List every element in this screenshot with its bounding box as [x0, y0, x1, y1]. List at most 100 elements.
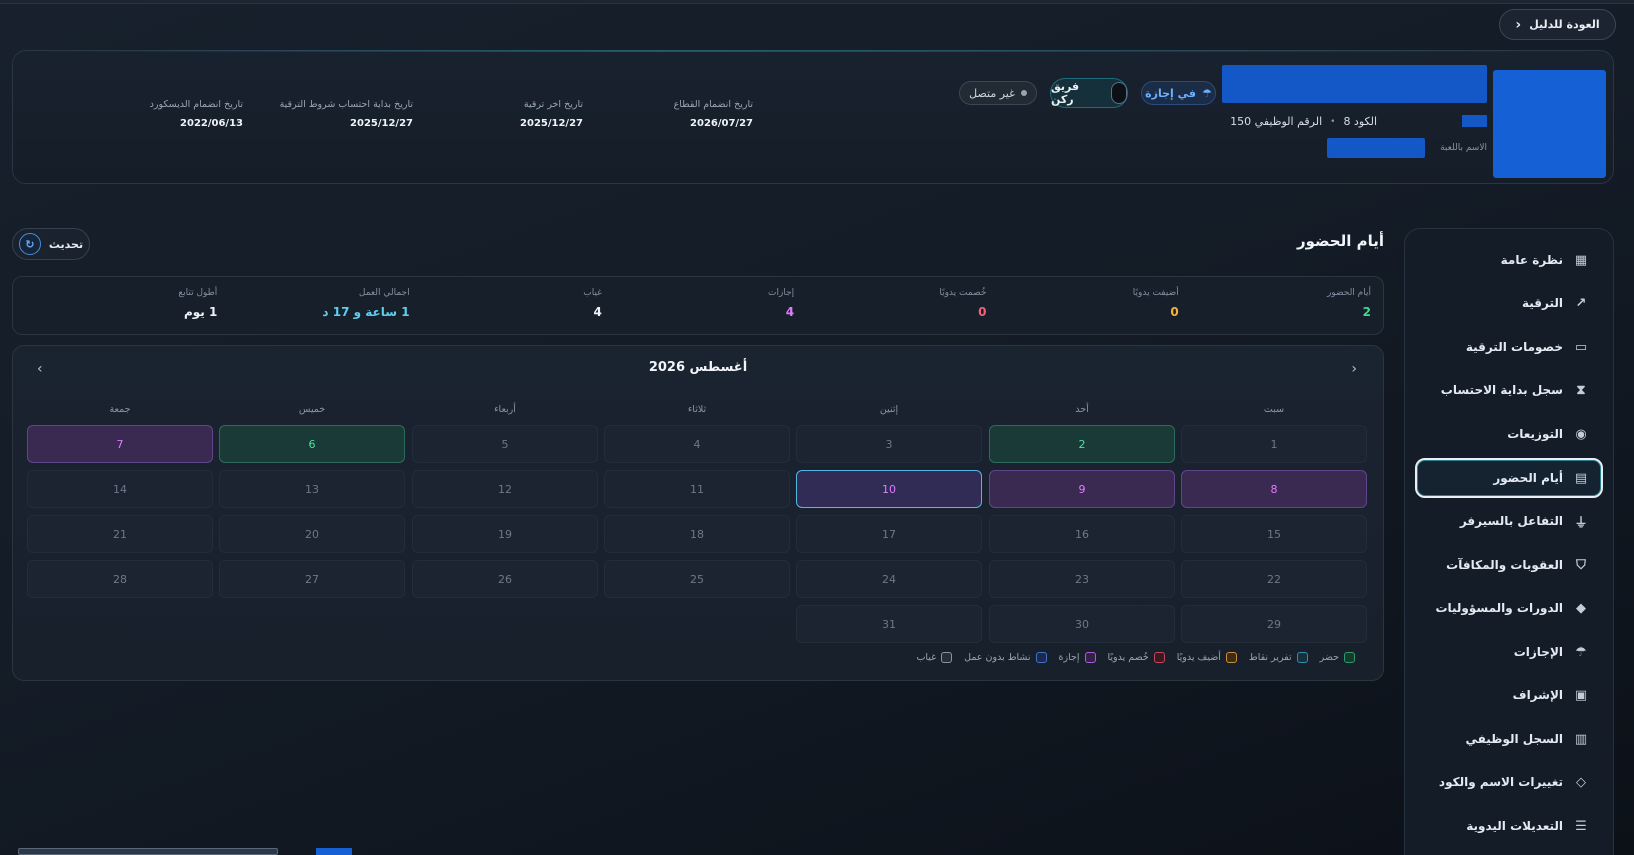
chevron-left-icon[interactable]: ‹	[37, 361, 43, 377]
calendar-day[interactable]: 27	[219, 560, 405, 598]
avatar	[1493, 70, 1606, 178]
calendar-day[interactable]: 19	[412, 515, 598, 553]
weekday-fri: جمعة	[109, 404, 131, 415]
status-dot-icon	[1020, 90, 1027, 96]
calendar-day[interactable]: 16	[989, 515, 1175, 553]
sidebar: ▦ نظرة عامة ↗ الترقية ▭ خصومات الترقية ⧗ سجل…	[1404, 228, 1614, 855]
stat-deducted-manually: خُصمت يدويًا 0	[939, 288, 987, 319]
sidebar-item-promotion[interactable]: ↗ الترقية	[1417, 285, 1601, 321]
profile-name-redacted	[1222, 65, 1487, 103]
calendar-day[interactable]: 8	[1181, 470, 1367, 508]
chevron-right-icon[interactable]: ›	[1351, 361, 1357, 377]
ticket-icon: ▭	[1574, 339, 1588, 355]
sidebar-item-attendance[interactable]: ▤ أيام الحضور	[1415, 458, 1603, 498]
calendar-day-today[interactable]: 10	[796, 470, 982, 508]
umbrella-icon: ☂	[1201, 86, 1212, 100]
date-promotion-start: تاريخ بداية احتساب شروط الترقية 2025/12/…	[279, 99, 413, 129]
grid-icon: ▦	[1574, 252, 1588, 268]
calendar-day[interactable]: 2	[989, 425, 1175, 463]
umbrella-icon: ☂	[1575, 644, 1587, 660]
stat-leaves: إجازات 4	[768, 288, 795, 319]
sidebar-item-name-code-changes[interactable]: ◇ تغييرات الاسم والكود	[1417, 764, 1601, 800]
calendar-day[interactable]: 22	[1181, 560, 1367, 598]
nick-redacted	[1327, 138, 1425, 158]
badge-status-text: غير متصل	[969, 86, 1015, 100]
profile-card: الكود 8 • الرقم الوظيفي 150 الاسم باللعب…	[12, 50, 1614, 184]
stat-present-days: أيام الحضور 2	[1326, 288, 1371, 319]
horizontal-scrollbar[interactable]	[18, 848, 278, 855]
stat-total-work: اجمالي العمل 1 ساعة و 17 د	[322, 288, 410, 319]
calendar-day[interactable]: 14	[27, 470, 213, 508]
taskbar-indicator	[316, 848, 352, 855]
calendar-day[interactable]: 12	[412, 470, 598, 508]
profile-dates: تاريخ انضمام القطاع 2026/07/27 تاريخ اخر…	[73, 99, 753, 129]
code-label: الكود 8	[1343, 115, 1377, 128]
badge-leave-text: في إجازة	[1145, 86, 1196, 100]
calendar-day[interactable]: 21	[27, 515, 213, 553]
status-badge: غير متصل	[959, 81, 1037, 105]
attendance-stats: أيام الحضور 2 أضيفت يدويًا 0 خُصمت يدويًا 0…	[12, 276, 1384, 335]
hourglass-icon: ⧗	[1576, 382, 1586, 398]
sidebar-item-counting-start-log[interactable]: ⧗ سجل بداية الاحتساب	[1417, 372, 1601, 408]
calendar-month-title: أغسطس 2026	[648, 360, 748, 375]
sidebar-item-distributions[interactable]: ◉ التوزيعات	[1417, 416, 1601, 452]
calendar-day[interactable]: 29	[1181, 605, 1367, 643]
nick-label: الاسم باللعبة	[1440, 143, 1487, 153]
sidebar-item-job-record[interactable]: ▥ السجل الوظيفي	[1417, 721, 1601, 757]
date-sector-join: تاريخ انضمام القطاع 2026/07/27	[673, 99, 753, 129]
calendar-day[interactable]: 3	[796, 425, 982, 463]
legend-deducted-manually: خُصم يدويًا	[1108, 652, 1165, 663]
refresh-button[interactable]: تحديث ↻	[12, 228, 90, 260]
calendar-day[interactable]: 13	[219, 470, 405, 508]
map-pin-icon: ◉	[1575, 426, 1587, 442]
stat-longest-streak: أطول تتابع 1 يوم	[178, 288, 218, 319]
team-logo-icon	[1111, 82, 1127, 104]
calendar-day[interactable]: 17	[796, 515, 982, 553]
separator-dot: •	[1330, 116, 1336, 127]
calendar-day[interactable]: 31	[796, 605, 982, 643]
legend-present: حضر	[1320, 652, 1355, 663]
calendar-day[interactable]: 9	[989, 470, 1175, 508]
sidebar-item-promotion-deductions[interactable]: ▭ خصومات الترقية	[1417, 329, 1601, 365]
on-leave-badge: في إجازة ☂	[1141, 81, 1216, 105]
sidebar-item-manual-edits[interactable]: ☰ التعديلات اليدوية	[1417, 808, 1601, 844]
legend-points-report: تفرير نقاط	[1249, 652, 1308, 663]
date-discord-join: تاريخ انضمام الديسكورد 2022/06/13	[149, 99, 243, 129]
tag-icon: ◇	[1576, 774, 1586, 790]
sidebar-item-courses[interactable]: ◆ الدورات والمسؤوليات	[1417, 590, 1601, 626]
calendar-day[interactable]: 7	[27, 425, 213, 463]
clipboard-check-icon: ▣	[1574, 687, 1588, 703]
weekday-thu: خميس	[298, 404, 326, 415]
team-badge: فريق ركن	[1050, 78, 1128, 108]
briefcase-icon: ▥	[1574, 731, 1588, 747]
chevron-left-icon: ‹	[1515, 16, 1522, 33]
sidebar-item-leaves[interactable]: ☂ الإجازات	[1417, 634, 1601, 670]
calendar-day[interactable]: 25	[604, 560, 790, 598]
calendar-day[interactable]: 30	[989, 605, 1175, 643]
calendar-day[interactable]: 26	[412, 560, 598, 598]
calendar-day[interactable]: 4	[604, 425, 790, 463]
calendar-day[interactable]: 23	[989, 560, 1175, 598]
back-to-directory-button[interactable]: العودة للدليل ‹	[1499, 9, 1616, 40]
calendar-day[interactable]: 24	[796, 560, 982, 598]
sliders-icon: ☰	[1575, 818, 1587, 834]
calendar-day[interactable]: 5	[412, 425, 598, 463]
weekday-sat: سبت	[1263, 404, 1285, 415]
calendar-day[interactable]: 20	[219, 515, 405, 553]
calendar-icon: ▤	[1574, 470, 1588, 486]
refresh-label: تحديث	[48, 237, 84, 251]
calendar-day[interactable]: 15	[1181, 515, 1367, 553]
sidebar-item-server-interaction[interactable]: ⏚ التفاعل بالسيرفر	[1417, 503, 1601, 539]
sidebar-item-overview[interactable]: ▦ نظرة عامة	[1417, 242, 1601, 278]
sidebar-item-penalties-rewards[interactable]: ⛉ العقوبات والمكافآت	[1417, 547, 1601, 583]
calendar-day[interactable]: 28	[27, 560, 213, 598]
calendar-day[interactable]: 1	[1181, 425, 1367, 463]
calendar-day[interactable]: 11	[604, 470, 790, 508]
weekday-sun: أحد	[1075, 404, 1089, 415]
date-last-promotion: تاريخ اخر ترقية 2025/12/27	[520, 99, 583, 129]
calendar-day[interactable]: 18	[604, 515, 790, 553]
trend-up-icon: ↗	[1575, 295, 1587, 311]
sidebar-item-supervision[interactable]: ▣ الإشراف	[1417, 677, 1601, 713]
calendar-day[interactable]: 6	[219, 425, 405, 463]
calendar-legend: حضر تفرير نقاط أضيف يدويًا خُصم يدويًا إ…	[916, 652, 1355, 663]
